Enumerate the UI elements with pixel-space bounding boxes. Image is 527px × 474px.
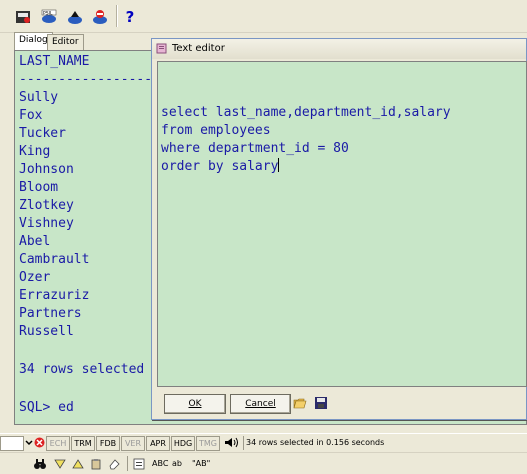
database-disconnect-icon[interactable] bbox=[89, 6, 111, 28]
code-line: where department_id = 80 bbox=[161, 141, 349, 156]
bottom-toolbar: ABC ab "AB" bbox=[0, 452, 527, 474]
help-button[interactable]: ? bbox=[119, 6, 141, 28]
result-row: Fox bbox=[19, 108, 43, 123]
indicator-tmg[interactable]: TMG bbox=[196, 436, 220, 451]
result-row: Sully bbox=[19, 90, 59, 105]
result-row: King bbox=[19, 144, 51, 159]
rows-selected-summary: 34 rows selected bbox=[19, 362, 145, 377]
result-row: Zlotkey bbox=[19, 198, 74, 213]
result-row: Tucker bbox=[19, 126, 66, 141]
dialog-title: Text editor bbox=[172, 43, 225, 54]
result-row: Johnson bbox=[19, 162, 74, 177]
indicator-ech[interactable]: ECH bbox=[46, 436, 70, 451]
filter-down-icon[interactable] bbox=[54, 458, 66, 470]
indicator-ver[interactable]: VER bbox=[121, 436, 145, 451]
code-line: order by salary bbox=[161, 158, 280, 174]
cancel-button[interactable]: Cancel bbox=[230, 394, 291, 414]
editor-window-icon bbox=[156, 43, 167, 54]
command-box[interactable] bbox=[0, 436, 24, 451]
status-separator bbox=[243, 436, 244, 450]
column-header: LAST_NAME bbox=[19, 54, 90, 69]
text-window-icon[interactable] bbox=[133, 458, 145, 470]
psql-icon[interactable]: PSIL bbox=[38, 6, 60, 28]
status-message: 34 rows selected in 0.156 seconds bbox=[246, 438, 385, 447]
database-connect-icon[interactable] bbox=[64, 6, 86, 28]
code-line: from employees bbox=[161, 123, 271, 138]
indicator-hdg[interactable]: HDG bbox=[171, 436, 195, 451]
indicator-apr[interactable]: APR bbox=[146, 436, 170, 451]
dialog-title-bar[interactable]: Text editor bbox=[152, 39, 526, 59]
chevron-down-icon[interactable] bbox=[24, 437, 34, 448]
result-row: Ozer bbox=[19, 270, 51, 285]
dialog-button-bar: OK Cancel bbox=[152, 391, 526, 419]
result-row: Vishney bbox=[19, 216, 74, 231]
result-row: Russell bbox=[19, 324, 74, 339]
sql-run-icon[interactable] bbox=[12, 6, 34, 28]
main-toolbar: PSIL ? bbox=[0, 0, 527, 33]
status-bar: ECH TRM FDB VER APR HDG TMG 34 rows sele… bbox=[0, 433, 527, 452]
indicator-trm[interactable]: TRM bbox=[71, 436, 95, 451]
quote-button[interactable]: "AB" bbox=[192, 458, 210, 470]
result-row: Cambrault bbox=[19, 252, 90, 267]
indicator-fdb[interactable]: FDB bbox=[96, 436, 120, 451]
open-folder-icon[interactable] bbox=[293, 396, 307, 410]
result-row: Partners bbox=[19, 306, 82, 321]
eraser-icon[interactable] bbox=[108, 458, 120, 470]
svg-text:PSIL: PSIL bbox=[43, 11, 53, 17]
stop-icon[interactable] bbox=[34, 437, 45, 448]
filter-up-icon[interactable] bbox=[72, 458, 84, 470]
result-row: Abel bbox=[19, 234, 51, 249]
text-caret bbox=[278, 158, 280, 172]
bottom-separator bbox=[127, 456, 128, 471]
text-editor-dialog: Text editor select last_name,department_… bbox=[151, 38, 527, 420]
tab-editor[interactable]: Editor bbox=[47, 34, 84, 50]
result-row: Bloom bbox=[19, 180, 59, 195]
uppercase-button[interactable]: ABC bbox=[152, 458, 168, 470]
toolbar-separator bbox=[116, 5, 118, 27]
sql-prompt: SQL> ed bbox=[19, 400, 74, 415]
binoculars-icon[interactable] bbox=[34, 458, 46, 470]
save-icon[interactable] bbox=[314, 396, 328, 410]
result-row: Errazuriz bbox=[19, 288, 90, 303]
ok-button[interactable]: OK bbox=[164, 394, 226, 414]
code-line: select last_name,department_id,salary bbox=[161, 105, 451, 120]
sound-toggle-icon[interactable] bbox=[223, 436, 241, 449]
help-icon: ? bbox=[125, 8, 135, 26]
clipboard-icon[interactable] bbox=[90, 458, 102, 470]
sql-text-area[interactable]: select last_name,department_id,salary fr… bbox=[157, 61, 527, 387]
lowercase-button[interactable]: ab bbox=[172, 458, 182, 470]
